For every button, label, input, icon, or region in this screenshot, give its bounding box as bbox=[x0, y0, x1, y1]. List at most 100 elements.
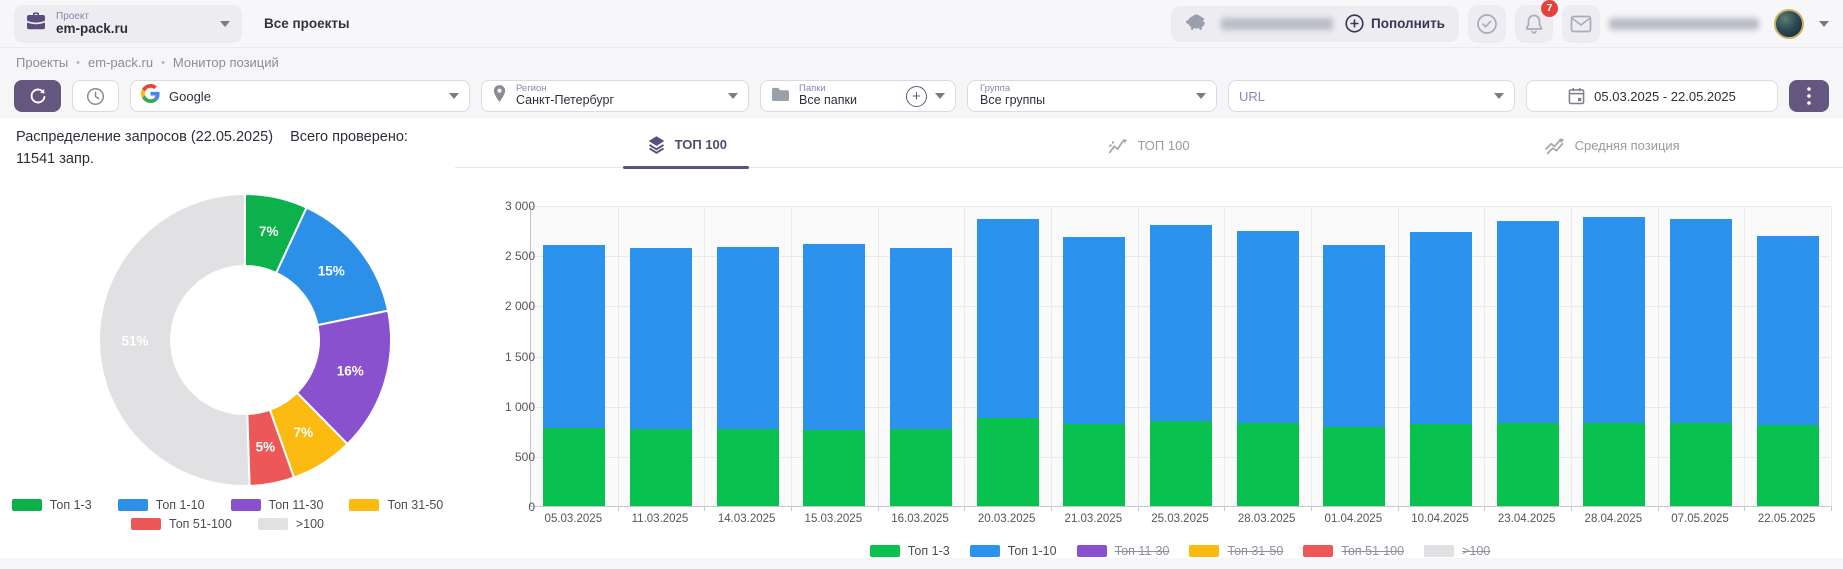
refresh-button[interactable] bbox=[14, 80, 61, 112]
tab-top100-line[interactable]: ТОП 100 bbox=[918, 136, 1381, 167]
breadcrumb-project[interactable]: em-pack.ru bbox=[88, 55, 153, 70]
legend-label: Топ 11-30 bbox=[1115, 544, 1170, 558]
bar-chart-legend: Топ 1-3 Топ 1-10 Топ 11-30 Топ 31-50 Топ 51-… bbox=[530, 544, 1830, 558]
messages-button[interactable] bbox=[1562, 5, 1600, 43]
avatar[interactable] bbox=[1774, 9, 1804, 39]
bar-legend-item[interactable]: Топ 51-100 bbox=[1303, 544, 1404, 558]
bar-segment-top3[interactable] bbox=[890, 429, 952, 506]
bar-segment-top10[interactable] bbox=[1757, 236, 1819, 425]
x-axis-label: 23.04.2025 bbox=[1483, 513, 1570, 525]
bar-segment-top3[interactable] bbox=[630, 429, 692, 506]
bar-segment-top3[interactable] bbox=[1323, 427, 1385, 506]
tasks-button[interactable] bbox=[1468, 5, 1506, 43]
gridline bbox=[1744, 206, 1745, 506]
location-pin-icon bbox=[492, 84, 507, 108]
donut-legend-item[interactable]: Топ 31-50 bbox=[349, 498, 443, 512]
x-axis-label: 07.05.2025 bbox=[1657, 513, 1744, 525]
legend-swatch bbox=[870, 545, 900, 557]
filters-toolbar: Google Регион Санкт-Петербург Папки Все … bbox=[14, 80, 1829, 112]
bar-legend-item[interactable]: Топ 1-3 bbox=[870, 544, 950, 558]
tab-average-position[interactable]: Средняя позиция bbox=[1380, 136, 1843, 167]
bar-segment-top3[interactable] bbox=[543, 428, 605, 506]
donut-legend-item[interactable]: Топ 51-100 bbox=[131, 517, 232, 531]
donut-legend-item[interactable]: Топ 1-3 bbox=[12, 498, 92, 512]
chevron-down-icon bbox=[449, 93, 459, 99]
balance-pill: Пополнить bbox=[1171, 6, 1459, 42]
notifications-button[interactable]: 7 bbox=[1515, 5, 1553, 43]
chevron-down-icon bbox=[935, 93, 945, 99]
add-folder-button[interactable]: + bbox=[906, 86, 927, 107]
legend-label: Топ 1-10 bbox=[1008, 544, 1057, 558]
legend-swatch bbox=[349, 499, 379, 511]
bar-segment-top10[interactable] bbox=[717, 247, 779, 429]
bar-segment-top3[interactable] bbox=[803, 430, 865, 506]
legend-label: Топ 31-50 bbox=[1227, 544, 1283, 558]
folders-select[interactable]: Папки Все папки + bbox=[760, 80, 956, 112]
gridline bbox=[1571, 206, 1572, 506]
legend-label: Топ 1-3 bbox=[908, 544, 950, 558]
bar-segment-top3[interactable] bbox=[1237, 423, 1299, 506]
gridline bbox=[1484, 206, 1485, 506]
avg-position-icon bbox=[1544, 136, 1567, 155]
donut-legend-item[interactable]: Топ 11-30 bbox=[231, 498, 324, 512]
bar-segment-top10[interactable] bbox=[1670, 219, 1732, 423]
search-engine-select[interactable]: Google bbox=[130, 80, 470, 112]
breadcrumb-projects[interactable]: Проекты bbox=[16, 55, 68, 70]
legend-swatch bbox=[258, 518, 288, 530]
y-axis-label: 0 bbox=[528, 500, 535, 514]
region-select[interactable]: Регион Санкт-Петербург bbox=[481, 80, 749, 112]
bar-segment-top3[interactable] bbox=[1497, 423, 1559, 506]
gridline bbox=[1831, 206, 1832, 506]
bar-segment-top10[interactable] bbox=[1150, 225, 1212, 421]
date-range-picker[interactable]: 05.03.2025 - 22.05.2025 bbox=[1526, 80, 1778, 112]
refresh-icon bbox=[29, 87, 47, 105]
bar-segment-top3[interactable] bbox=[1063, 424, 1125, 506]
x-axis-label: 16.03.2025 bbox=[877, 513, 964, 525]
bell-icon bbox=[1524, 13, 1544, 35]
chevron-down-icon bbox=[220, 21, 230, 27]
legend-swatch bbox=[1303, 545, 1333, 557]
topup-button[interactable]: Пополнить bbox=[1345, 14, 1445, 33]
bar-legend-item[interactable]: Топ 1-10 bbox=[970, 544, 1057, 558]
bar-segment-top10[interactable] bbox=[1497, 221, 1559, 423]
bar-segment-top10[interactable] bbox=[1410, 232, 1472, 424]
x-axis-label: 20.03.2025 bbox=[963, 513, 1050, 525]
bar-segment-top10[interactable] bbox=[630, 248, 692, 429]
bar-segment-top10[interactable] bbox=[977, 219, 1039, 418]
bar-segment-top10[interactable] bbox=[890, 248, 952, 429]
x-axis-tick bbox=[791, 506, 792, 511]
bar-segment-top10[interactable] bbox=[803, 244, 865, 430]
bar-segment-top10[interactable] bbox=[1237, 231, 1299, 423]
x-axis-label: 14.03.2025 bbox=[703, 513, 790, 525]
bar-legend-item[interactable]: >100 bbox=[1424, 544, 1490, 558]
history-button[interactable] bbox=[72, 80, 119, 112]
group-select[interactable]: Группа Все группы bbox=[967, 80, 1217, 112]
more-options-button[interactable] bbox=[1789, 80, 1829, 112]
bar-segment-top3[interactable] bbox=[1757, 425, 1819, 506]
x-axis-label: 11.03.2025 bbox=[617, 513, 704, 525]
bar-segment-top10[interactable] bbox=[1583, 217, 1645, 423]
bar-plot-area bbox=[530, 206, 1830, 507]
gridline bbox=[1138, 206, 1139, 506]
breadcrumb: Проекты • em-pack.ru • Монитор позиций bbox=[16, 55, 279, 70]
url-select[interactable]: URL bbox=[1228, 80, 1515, 112]
all-projects-link[interactable]: Все проекты bbox=[264, 16, 350, 31]
x-axis-label: 28.04.2025 bbox=[1570, 513, 1657, 525]
donut-legend-item[interactable]: Топ 1-10 bbox=[118, 498, 205, 512]
bar-legend-item[interactable]: Топ 11-30 bbox=[1077, 544, 1170, 558]
user-menu-chevron-icon[interactable] bbox=[1819, 21, 1829, 27]
bar-segment-top3[interactable] bbox=[1670, 423, 1732, 506]
project-selector[interactable]: Проект em-pack.ru bbox=[14, 5, 242, 43]
bar-segment-top3[interactable] bbox=[1583, 423, 1645, 506]
bar-segment-top3[interactable] bbox=[1150, 421, 1212, 506]
bar-segment-top10[interactable] bbox=[543, 245, 605, 428]
bar-segment-top10[interactable] bbox=[1323, 245, 1385, 427]
bar-segment-top10[interactable] bbox=[1063, 237, 1125, 424]
donut-legend-item[interactable]: >100 bbox=[258, 517, 324, 531]
bar-segment-top3[interactable] bbox=[977, 418, 1039, 506]
tab-top100-stacked[interactable]: ТОП 100 bbox=[455, 134, 918, 167]
bar-segment-top3[interactable] bbox=[717, 429, 779, 506]
bar-segment-top3[interactable] bbox=[1410, 424, 1472, 506]
bar-legend-item[interactable]: Топ 31-50 bbox=[1189, 544, 1283, 558]
legend-label: Топ 1-10 bbox=[156, 498, 205, 512]
